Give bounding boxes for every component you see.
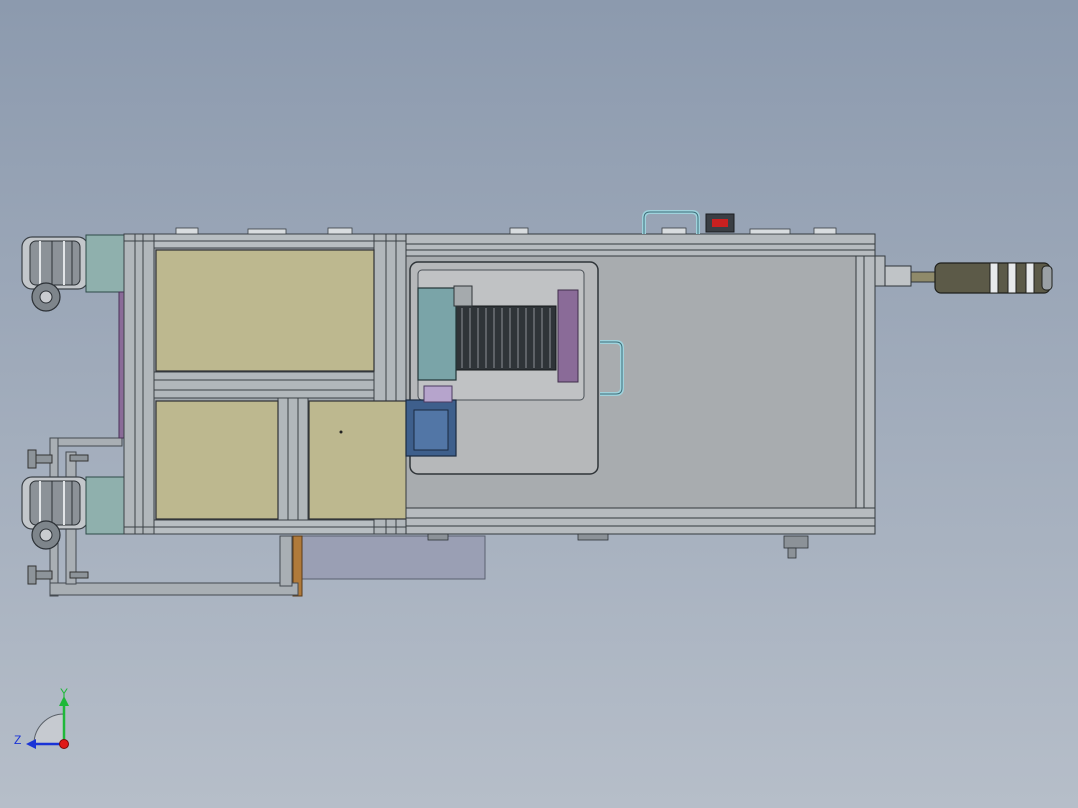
panel-dot-marker bbox=[339, 430, 343, 434]
blue-sensor-inner bbox=[413, 409, 449, 451]
khaki-panel-2 bbox=[155, 400, 279, 520]
heatsink bbox=[453, 305, 557, 371]
teal-mount-block bbox=[417, 287, 457, 381]
caster-wheel-top bbox=[21, 236, 89, 312]
shaft-mount bbox=[874, 255, 886, 287]
purple-light-block bbox=[423, 385, 453, 403]
z-axis-label: Z bbox=[14, 733, 21, 747]
top-fasteners bbox=[175, 227, 837, 235]
motor-cylinder bbox=[934, 262, 1053, 294]
purple-plate bbox=[557, 289, 579, 383]
cad-scene[interactable]: Y Z bbox=[0, 0, 1078, 808]
x-axis-point bbox=[59, 739, 69, 749]
khaki-panel-1 bbox=[155, 249, 375, 372]
y-axis-label: Y bbox=[60, 686, 68, 700]
caster-wheel-bottom bbox=[21, 476, 89, 550]
red-label bbox=[712, 219, 728, 227]
caster-mount-bottom bbox=[85, 476, 125, 535]
coordinate-triad: Y Z bbox=[14, 686, 69, 749]
khaki-panel-3 bbox=[308, 400, 409, 520]
shaft-rod bbox=[910, 271, 938, 283]
caster-mount-top bbox=[85, 234, 125, 293]
triad-arc bbox=[33, 713, 65, 745]
shaft-coupling bbox=[884, 265, 912, 287]
bottom-tray-plate bbox=[299, 535, 486, 580]
z-axis-arrow bbox=[26, 739, 36, 749]
cad-viewport[interactable]: Y Z bbox=[0, 0, 1078, 808]
teal-mount-cap bbox=[453, 285, 473, 307]
